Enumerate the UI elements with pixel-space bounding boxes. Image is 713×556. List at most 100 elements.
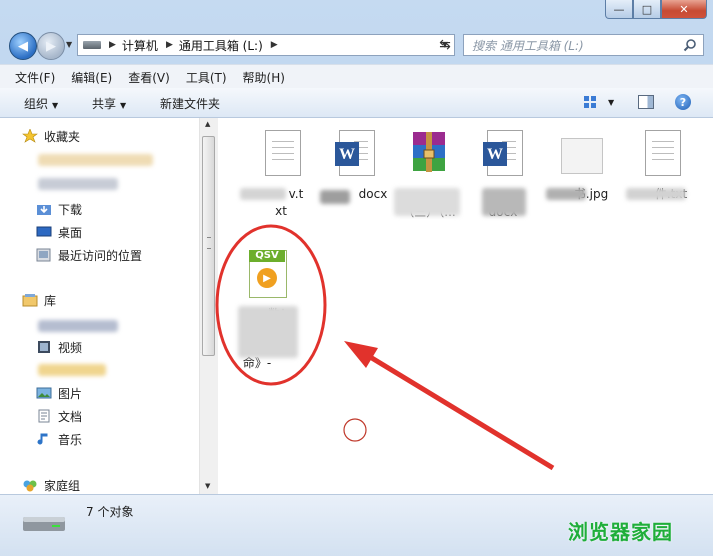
drive-icon bbox=[23, 517, 65, 531]
desktop-icon bbox=[36, 226, 52, 237]
sidebar-item-favorites[interactable]: 收藏夹 bbox=[22, 126, 80, 146]
scroll-down-icon[interactable]: ▼ bbox=[205, 482, 210, 490]
chevron-right-icon[interactable]: ▶ bbox=[109, 40, 116, 50]
address-bar[interactable]: ▶ 计算机 ▶ 通用工具箱 (L:) ▶ ▼ bbox=[77, 34, 455, 56]
blurred-filename bbox=[482, 188, 526, 216]
blurred-filename bbox=[240, 188, 286, 200]
change-view-icon[interactable] bbox=[583, 95, 597, 109]
sidebar-label: 桌面 bbox=[58, 225, 83, 240]
search-icon[interactable] bbox=[683, 38, 697, 52]
maximize-button[interactable]: □ bbox=[633, 0, 661, 19]
menu-help[interactable]: 帮助(H) bbox=[235, 69, 293, 86]
scrollbar-thumb[interactable] bbox=[202, 136, 215, 356]
share-label: 共享 bbox=[92, 97, 117, 111]
video-library-icon bbox=[38, 341, 50, 353]
scroll-up-icon[interactable]: ▲ bbox=[205, 120, 210, 128]
chevron-right-icon[interactable]: ▶ bbox=[166, 40, 173, 50]
watermark-logo: 浏览器家园 bbox=[568, 520, 673, 544]
sidebar-item-documents[interactable]: 文档 bbox=[36, 406, 82, 426]
image-file-icon bbox=[557, 130, 605, 182]
blurred-filename bbox=[626, 188, 686, 200]
qsv-badge: QSV bbox=[249, 250, 285, 262]
sidebar-item-pictures[interactable]: 图片 bbox=[36, 383, 82, 403]
text-file-icon bbox=[257, 130, 305, 182]
menu-bar: 文件(F) 编辑(E) 查看(V) 工具(T) 帮助(H) bbox=[0, 64, 713, 89]
file-item[interactable]: （三）（... bbox=[394, 130, 464, 221]
menu-file[interactable]: 文件(F) bbox=[0, 69, 63, 86]
organize-button[interactable]: 组织 ▼ bbox=[24, 95, 58, 112]
sidebar-item-libraries[interactable]: 库 bbox=[22, 290, 56, 310]
share-button[interactable]: 共享 ▼ bbox=[92, 95, 126, 112]
search-placeholder[interactable]: 搜索 通用工具箱 (L:) bbox=[472, 37, 584, 54]
menu-view[interactable]: 查看(V) bbox=[120, 69, 178, 86]
navigation-scrollbar[interactable]: ▲ ▼ bbox=[199, 118, 218, 494]
file-item[interactable]: W docx bbox=[320, 130, 390, 204]
sidebar-item-homegroup[interactable]: 家庭组 bbox=[22, 475, 80, 494]
command-bar: 组织 ▼ 共享 ▼ 新建文件夹 ▼ ? bbox=[0, 88, 713, 118]
sidebar-item-videos[interactable]: 视频 bbox=[36, 337, 82, 357]
file-list: v.t xt W docx （三）（ bbox=[218, 118, 713, 494]
library-icon bbox=[22, 294, 38, 307]
menu-edit[interactable]: 编辑(E) bbox=[63, 69, 120, 86]
caption-buttons: — □ ✕ bbox=[605, 0, 707, 19]
breadcrumb-drive[interactable]: 通用工具箱 (L:) bbox=[179, 37, 263, 54]
navigation-bar: ◀ ▶ ▼ ▶ 计算机 ▶ 通用工具箱 (L:) ▶ ▼ ⇆ 搜索 通用工具箱 … bbox=[0, 30, 713, 62]
music-library-icon bbox=[37, 433, 48, 445]
blurred-item bbox=[38, 364, 106, 376]
back-arrow-icon[interactable]: ◀ bbox=[9, 32, 37, 60]
blurred-item bbox=[38, 178, 118, 190]
sidebar-label: 最近访问的位置 bbox=[58, 248, 143, 263]
file-item[interactable]: 书.jpg bbox=[546, 130, 616, 203]
star-icon bbox=[22, 129, 38, 143]
download-folder-icon bbox=[37, 205, 51, 215]
refresh-icon[interactable]: ⇆ bbox=[434, 35, 456, 55]
blurred-filename bbox=[238, 306, 298, 358]
sidebar-item-desktop[interactable]: 桌面 bbox=[36, 222, 82, 242]
documents-library-icon bbox=[38, 409, 50, 423]
sidebar-item-recent[interactable]: 最近访问的位置 bbox=[36, 245, 142, 265]
navigation-pane: 收藏夹 下载 桌面 最近访问的位置 库 视频 图片 文档 音乐 家庭组 ▲ ▼ bbox=[0, 118, 218, 494]
blurred-filename bbox=[320, 190, 350, 204]
blurred-filename bbox=[394, 188, 460, 216]
sidebar-label: 文档 bbox=[58, 409, 83, 424]
sidebar-label: 库 bbox=[44, 293, 57, 308]
search-box[interactable]: 搜索 通用工具箱 (L:) bbox=[463, 34, 704, 56]
word-document-icon: W bbox=[331, 130, 379, 182]
recent-pages-dropdown-icon[interactable]: ▼ bbox=[66, 40, 72, 49]
recent-places-icon bbox=[36, 248, 51, 262]
sidebar-item-downloads[interactable]: 下载 bbox=[36, 199, 82, 219]
sidebar-label: 音乐 bbox=[58, 432, 83, 447]
sidebar-item-music[interactable]: 音乐 bbox=[36, 429, 82, 449]
forward-arrow-icon[interactable]: ▶ bbox=[37, 32, 65, 60]
file-item[interactable]: QSV ▶ 数！ 命》- bbox=[232, 250, 302, 372]
view-dropdown-icon[interactable]: ▼ bbox=[608, 98, 614, 107]
organize-label: 组织 bbox=[24, 97, 49, 111]
blurred-item bbox=[38, 154, 153, 166]
help-icon[interactable]: ? bbox=[675, 94, 691, 110]
homegroup-icon bbox=[23, 480, 37, 492]
qsv-video-icon: QSV ▶ bbox=[243, 250, 291, 302]
preview-pane-icon[interactable] bbox=[638, 95, 654, 109]
item-count: 7 个对象 bbox=[86, 505, 134, 519]
close-button[interactable]: ✕ bbox=[661, 0, 707, 19]
drive-icon bbox=[83, 41, 101, 49]
chevron-right-icon[interactable]: ▶ bbox=[271, 40, 278, 50]
sidebar-label: 收藏夹 bbox=[44, 129, 81, 144]
play-icon: ▶ bbox=[257, 268, 277, 288]
rar-archive-icon bbox=[405, 130, 453, 182]
sidebar-label: 视频 bbox=[58, 340, 83, 355]
sidebar-label: 下载 bbox=[58, 202, 83, 217]
minimize-button[interactable]: — bbox=[605, 0, 633, 19]
file-item[interactable]: v.t xt bbox=[240, 130, 316, 220]
breadcrumb-computer[interactable]: 计算机 bbox=[122, 37, 158, 54]
word-document-icon: W bbox=[479, 130, 527, 182]
file-label: xt bbox=[275, 204, 287, 218]
new-folder-button[interactable]: 新建文件夹 bbox=[160, 95, 220, 112]
dropdown-arrow-icon: ▼ bbox=[52, 101, 59, 110]
dropdown-arrow-icon: ▼ bbox=[120, 101, 127, 110]
file-item[interactable]: W docx bbox=[468, 130, 538, 221]
menu-tools[interactable]: 工具(T) bbox=[178, 69, 235, 86]
text-file-icon bbox=[637, 130, 685, 182]
blurred-filename bbox=[546, 188, 586, 200]
file-item[interactable]: 件.txt bbox=[626, 130, 696, 203]
